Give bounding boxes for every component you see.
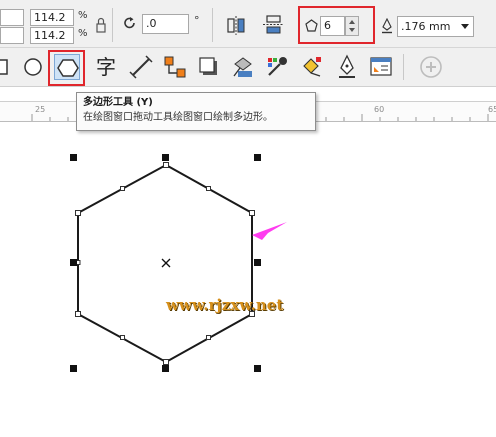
interactive-fill-tool-icon[interactable]	[298, 54, 324, 80]
rectangle-tool-icon[interactable]	[0, 54, 16, 80]
hexagon-icon	[57, 59, 79, 77]
text-tool-icon[interactable]: 字	[93, 54, 119, 80]
separator	[403, 54, 404, 80]
outline-pen-icon	[381, 17, 393, 34]
drawing-canvas[interactable]	[0, 121, 496, 437]
eyedropper-tool-icon[interactable]	[264, 54, 290, 80]
tooltip-title: 多边形工具 (Y)	[83, 97, 153, 108]
selection-handle[interactable]	[254, 365, 261, 372]
percent-unit-y: %	[78, 28, 88, 39]
outline-width-value: .176 mm	[401, 20, 451, 33]
selection-handle[interactable]	[162, 365, 169, 372]
outline-width-select[interactable]: .176 mm	[397, 16, 474, 37]
polygon-tool-tooltip: 多边形工具 (Y) 在绘图窗口拖动工具绘图窗口绘制多边形。	[76, 92, 316, 131]
selection-handle[interactable]	[70, 154, 77, 161]
polygon-sides-field[interactable]: 6	[320, 16, 345, 36]
outline-pen-tool-icon[interactable]	[334, 54, 360, 80]
selection-handle[interactable]	[70, 365, 77, 372]
dimension-tool-icon[interactable]	[128, 54, 154, 80]
mirror-vertical-icon[interactable]	[262, 14, 284, 36]
pointer-arrow-icon	[252, 222, 287, 240]
selection-handle[interactable]	[70, 259, 77, 266]
ruler-label: 25	[35, 105, 46, 114]
sides-spinner[interactable]	[345, 16, 359, 36]
center-x-icon	[161, 258, 171, 268]
rotation-angle-field[interactable]: .0	[142, 14, 189, 34]
rotate-icon	[123, 16, 137, 30]
chevron-down-icon[interactable]	[461, 24, 469, 29]
mirror-horizontal-icon[interactable]	[226, 14, 246, 36]
tooltip-description: 在绘图窗口拖动工具绘图窗口绘制多边形。	[83, 112, 273, 123]
object-size-x-field[interactable]	[0, 9, 24, 26]
polygon-sides-icon	[305, 19, 318, 32]
selection-handle[interactable]	[162, 154, 169, 161]
percent-unit-x: %	[78, 10, 88, 21]
object-properties-icon[interactable]	[368, 54, 394, 80]
scale-x-field[interactable]: 114.2	[30, 9, 74, 26]
connector-tool-icon[interactable]	[162, 54, 188, 80]
add-tool-icon[interactable]	[418, 54, 444, 80]
object-size-y-field[interactable]	[0, 27, 24, 44]
separator	[212, 8, 213, 42]
ruler-label: 65	[488, 105, 496, 114]
drop-shadow-tool-icon[interactable]	[196, 54, 222, 80]
ellipse-tool-icon[interactable]	[20, 54, 46, 80]
property-bar: 114.2 114.2 % % .0 ° 6 .176 mm	[0, 0, 496, 48]
watermark-text: www.rjzxw.net	[166, 296, 284, 314]
transparency-tool-icon[interactable]	[230, 54, 256, 80]
toolbox-row: 字	[0, 48, 496, 87]
spin-down-icon[interactable]	[349, 28, 355, 32]
separator	[112, 8, 113, 42]
polygon-tool-button[interactable]	[54, 54, 80, 80]
scale-y-field[interactable]: 114.2	[30, 27, 74, 44]
degree-unit: °	[194, 14, 200, 27]
selection-handle[interactable]	[254, 259, 261, 266]
lock-ratio-icon[interactable]	[94, 14, 108, 36]
hexagon-drawing[interactable]	[0, 121, 496, 437]
selection-handle[interactable]	[254, 154, 261, 161]
spin-up-icon[interactable]	[349, 20, 355, 24]
ruler-label: 60	[374, 105, 385, 114]
